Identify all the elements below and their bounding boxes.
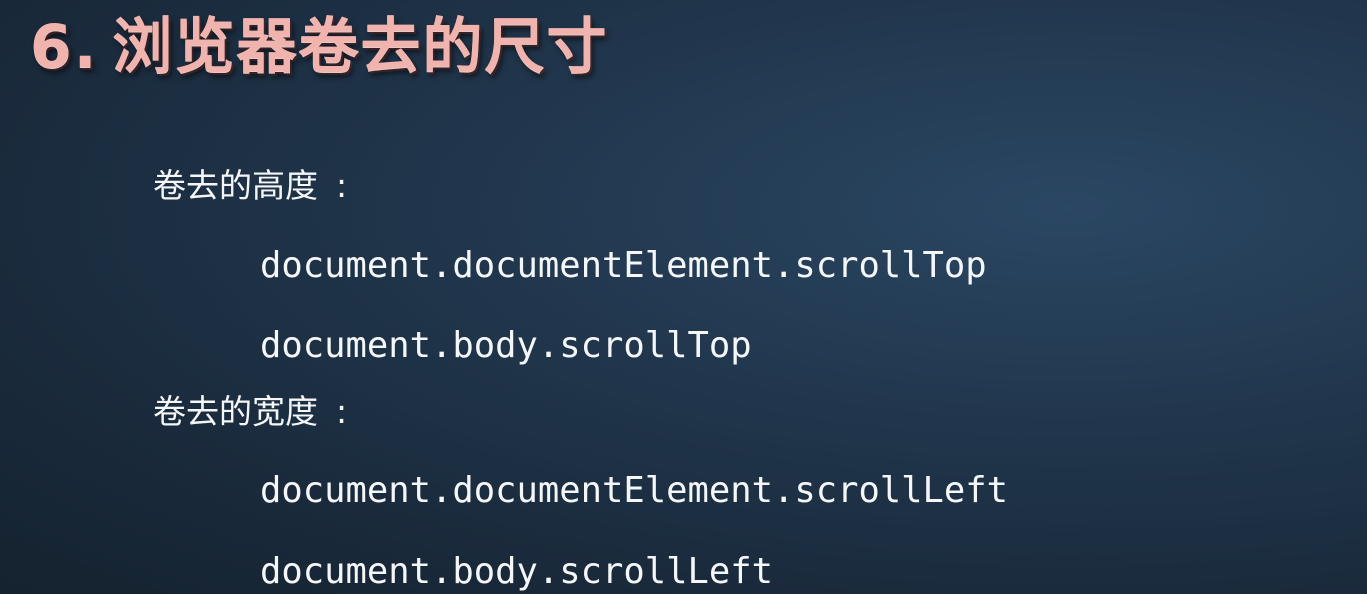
code-line-document-element-scroll-top: document.documentElement.scrollTop: [260, 245, 987, 286]
title-text: 浏览器卷去的尺寸: [112, 12, 609, 82]
heading-label: 卷去的高度: [153, 166, 318, 205]
heading-colon: :: [336, 166, 348, 205]
title-number: 6.: [30, 12, 99, 82]
code-line-document-element-scroll-left: document.documentElement.scrollLeft: [260, 470, 1009, 511]
scroll-height-heading: 卷去的高度:: [153, 166, 347, 206]
code-line-body-scroll-top: document.body.scrollTop: [260, 325, 752, 366]
heading-label: 卷去的宽度: [153, 392, 318, 431]
heading-colon: :: [336, 392, 348, 431]
scroll-width-heading: 卷去的宽度:: [153, 392, 347, 432]
code-line-body-scroll-left: document.body.scrollLeft: [260, 551, 773, 592]
slide-title: 6. 浏览器卷去的尺寸: [30, 6, 609, 88]
slide: 6. 浏览器卷去的尺寸 卷去的高度: document.documentEleme…: [0, 0, 1367, 594]
